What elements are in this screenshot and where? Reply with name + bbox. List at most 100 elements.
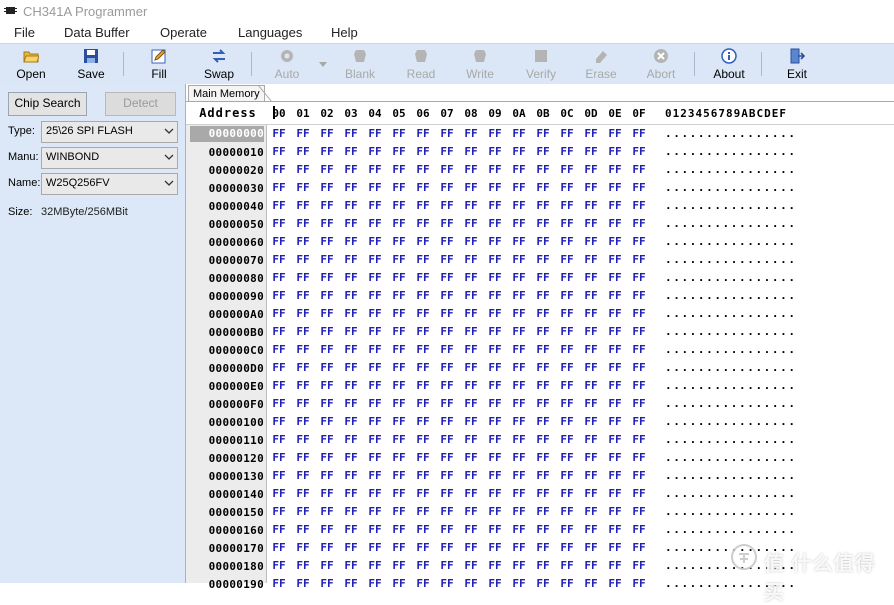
- hex-row[interactable]: 000000A0 FF FF FF FF FF FF FF FF FF FF FF FF FF FF FF FF…: [186, 305, 894, 323]
- hex-byte-cell[interactable]: FF: [365, 415, 385, 428]
- hex-byte-cell[interactable]: FF: [581, 307, 601, 320]
- hex-byte-cell[interactable]: FF: [605, 577, 625, 590]
- menu-file[interactable]: File: [14, 25, 35, 40]
- hex-byte-cell[interactable]: FF: [629, 379, 649, 392]
- hex-byte-cell[interactable]: FF: [269, 505, 289, 518]
- hex-byte-cell[interactable]: FF: [485, 289, 505, 302]
- hex-byte-cell[interactable]: FF: [365, 505, 385, 518]
- auto-button[interactable]: Auto: [266, 45, 308, 82]
- hex-byte-cell[interactable]: FF: [365, 217, 385, 230]
- hex-byte-cell[interactable]: FF: [317, 181, 337, 194]
- hex-byte-cell[interactable]: FF: [605, 397, 625, 410]
- hex-byte-cell[interactable]: FF: [293, 217, 313, 230]
- hex-byte-cell[interactable]: FF: [509, 505, 529, 518]
- hex-byte-cell[interactable]: FF: [317, 289, 337, 302]
- hex-byte-cell[interactable]: FF: [341, 325, 361, 338]
- hex-row[interactable]: 00000010 FF FF FF FF FF FF FF FF FF FF FF FF FF FF FF FF…: [186, 143, 894, 161]
- hex-byte-cell[interactable]: FF: [293, 451, 313, 464]
- hex-byte-cell[interactable]: FF: [461, 181, 481, 194]
- hex-byte-cell[interactable]: FF: [509, 379, 529, 392]
- hex-byte-cell[interactable]: FF: [557, 343, 577, 356]
- hex-byte-cell[interactable]: FF: [365, 199, 385, 212]
- hex-row[interactable]: 00000000 FF FF FF FF FF FF FF FF FF FF FF FF FF FF FF FF…: [186, 125, 894, 143]
- hex-byte-cell[interactable]: FF: [533, 199, 553, 212]
- hex-byte-cell[interactable]: FF: [389, 379, 409, 392]
- hex-byte-cell[interactable]: FF: [461, 271, 481, 284]
- hex-row[interactable]: 000000D0 FF FF FF FF FF FF FF FF FF FF FF FF FF FF FF FF…: [186, 359, 894, 377]
- hex-byte-cell[interactable]: FF: [533, 145, 553, 158]
- hex-byte-cell[interactable]: FF: [341, 361, 361, 374]
- hex-byte-cell[interactable]: FF: [557, 559, 577, 572]
- hex-byte-cell[interactable]: FF: [293, 433, 313, 446]
- hex-byte-cell[interactable]: FF: [461, 505, 481, 518]
- hex-byte-cell[interactable]: FF: [317, 577, 337, 590]
- hex-byte-cell[interactable]: FF: [581, 415, 601, 428]
- hex-byte-cell[interactable]: FF: [461, 559, 481, 572]
- hex-byte-cell[interactable]: FF: [485, 523, 505, 536]
- hex-byte-cell[interactable]: FF: [533, 577, 553, 590]
- hex-byte-cell[interactable]: FF: [629, 343, 649, 356]
- hex-byte-cell[interactable]: FF: [485, 361, 505, 374]
- hex-byte-cell[interactable]: FF: [605, 325, 625, 338]
- hex-byte-cell[interactable]: FF: [269, 451, 289, 464]
- hex-byte-cell[interactable]: FF: [341, 469, 361, 482]
- hex-byte-cell[interactable]: FF: [389, 487, 409, 500]
- hex-byte-cell[interactable]: FF: [269, 199, 289, 212]
- hex-byte-cell[interactable]: FF: [533, 541, 553, 554]
- hex-byte-cell[interactable]: FF: [293, 343, 313, 356]
- hex-byte-cell[interactable]: FF: [557, 217, 577, 230]
- hex-byte-cell[interactable]: FF: [341, 181, 361, 194]
- hex-row[interactable]: 00000050 FF FF FF FF FF FF FF FF FF FF FF FF FF FF FF FF…: [186, 215, 894, 233]
- hex-byte-cell[interactable]: FF: [461, 379, 481, 392]
- hex-byte-cell[interactable]: FF: [557, 505, 577, 518]
- hex-byte-cell[interactable]: FF: [293, 271, 313, 284]
- hex-byte-cell[interactable]: FF: [341, 415, 361, 428]
- manufacturer-select[interactable]: WINBOND: [41, 147, 178, 169]
- hex-byte-cell[interactable]: FF: [605, 343, 625, 356]
- hex-byte-cell[interactable]: FF: [365, 163, 385, 176]
- hex-byte-cell[interactable]: FF: [629, 397, 649, 410]
- hex-byte-cell[interactable]: FF: [365, 181, 385, 194]
- hex-byte-cell[interactable]: FF: [437, 253, 457, 266]
- hex-byte-cell[interactable]: FF: [509, 199, 529, 212]
- hex-byte-cell[interactable]: FF: [557, 577, 577, 590]
- hex-byte-cell[interactable]: FF: [293, 397, 313, 410]
- hex-byte-cell[interactable]: FF: [437, 361, 457, 374]
- hex-byte-cell[interactable]: FF: [269, 127, 289, 140]
- hex-byte-cell[interactable]: FF: [437, 505, 457, 518]
- hex-byte-cell[interactable]: FF: [485, 307, 505, 320]
- hex-byte-cell[interactable]: FF: [437, 235, 457, 248]
- hex-byte-cell[interactable]: FF: [341, 487, 361, 500]
- hex-byte-cell[interactable]: FF: [341, 343, 361, 356]
- hex-byte-cell[interactable]: FF: [557, 289, 577, 302]
- abort-button[interactable]: Abort: [640, 45, 682, 82]
- hex-byte-cell[interactable]: FF: [533, 379, 553, 392]
- hex-byte-cell[interactable]: FF: [293, 577, 313, 590]
- hex-byte-cell[interactable]: FF: [533, 487, 553, 500]
- hex-byte-cell[interactable]: FF: [509, 307, 529, 320]
- hex-byte-cell[interactable]: FF: [581, 253, 601, 266]
- hex-byte-cell[interactable]: FF: [317, 235, 337, 248]
- hex-byte-cell[interactable]: FF: [509, 181, 529, 194]
- hex-byte-cell[interactable]: FF: [389, 289, 409, 302]
- hex-byte-cell[interactable]: FF: [413, 451, 433, 464]
- hex-byte-cell[interactable]: FF: [533, 271, 553, 284]
- hex-byte-cell[interactable]: FF: [437, 469, 457, 482]
- hex-byte-cell[interactable]: FF: [341, 127, 361, 140]
- hex-byte-cell[interactable]: FF: [389, 163, 409, 176]
- hex-byte-cell[interactable]: FF: [269, 271, 289, 284]
- hex-byte-cell[interactable]: FF: [389, 541, 409, 554]
- hex-byte-cell[interactable]: FF: [437, 451, 457, 464]
- hex-byte-cell[interactable]: FF: [509, 289, 529, 302]
- hex-byte-cell[interactable]: FF: [557, 127, 577, 140]
- hex-byte-cell[interactable]: FF: [509, 235, 529, 248]
- hex-byte-cell[interactable]: FF: [461, 289, 481, 302]
- hex-byte-cell[interactable]: FF: [485, 145, 505, 158]
- hex-byte-cell[interactable]: FF: [293, 523, 313, 536]
- hex-byte-cell[interactable]: FF: [485, 253, 505, 266]
- hex-byte-cell[interactable]: FF: [413, 199, 433, 212]
- hex-byte-cell[interactable]: FF: [269, 379, 289, 392]
- menu-data-buffer[interactable]: Data Buffer: [64, 25, 130, 40]
- hex-row[interactable]: 00000030 FF FF FF FF FF FF FF FF FF FF FF FF FF FF FF FF…: [186, 179, 894, 197]
- hex-byte-cell[interactable]: FF: [437, 523, 457, 536]
